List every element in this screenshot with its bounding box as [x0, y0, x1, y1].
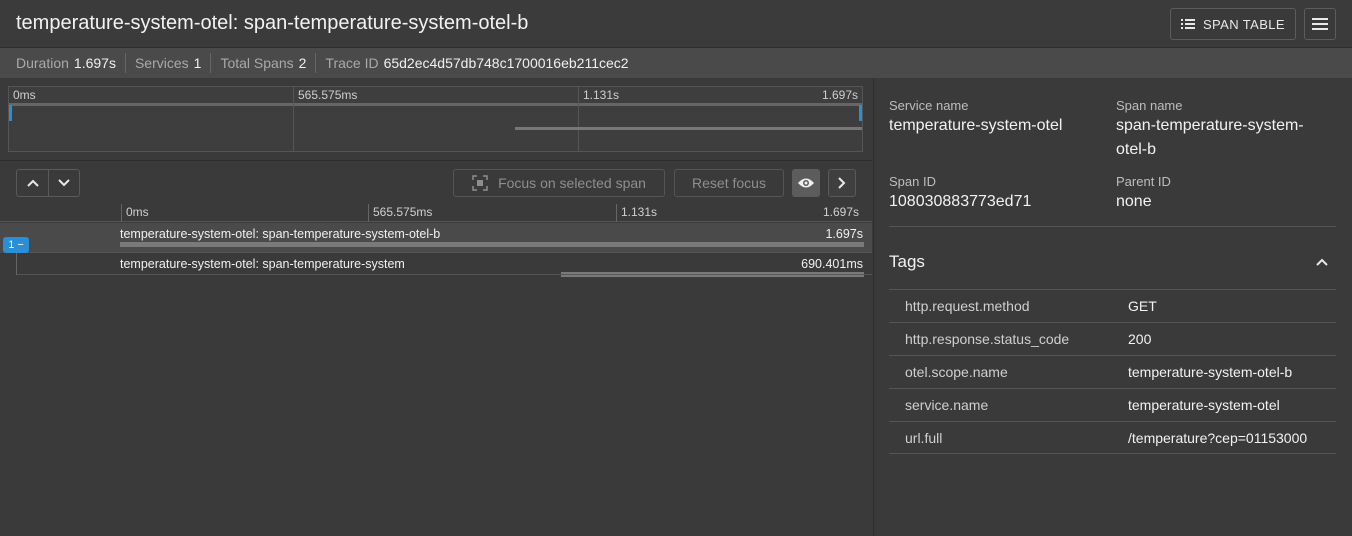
- stat-duration: Duration 1.697s: [16, 53, 125, 73]
- trace-stats-bar: Duration 1.697s Services 1 Total Spans 2…: [0, 48, 1352, 78]
- tag-value: GET: [1128, 298, 1157, 314]
- tag-key: service.name: [905, 397, 989, 413]
- divider: [0, 160, 872, 161]
- minimap-tick: 565.575ms: [298, 88, 358, 102]
- minimap-left-handle[interactable]: [9, 105, 12, 121]
- stat-value: 2: [298, 55, 307, 71]
- eye-icon: [798, 178, 814, 188]
- stat-value: 1: [193, 55, 202, 71]
- stat-total-spans: Total Spans 2: [210, 53, 315, 73]
- tag-key: http.response.status_code: [905, 331, 1070, 347]
- prev-span-button[interactable]: [17, 170, 48, 196]
- minimap-track: [9, 103, 862, 106]
- stat-key: Trace ID: [325, 55, 379, 71]
- minimap-tick: 1.131s: [583, 88, 620, 102]
- timeline-ruler: 0ms 565.575ms 1.131s 1.697s: [0, 204, 872, 222]
- stat-key: Total Spans: [220, 55, 294, 71]
- tags-title: Tags: [889, 252, 925, 271]
- tag-row: service.name temperature-system-otel: [889, 388, 1336, 421]
- chevron-right-icon: [838, 177, 846, 189]
- list-icon: [1180, 19, 1195, 29]
- span-id-label: Span ID: [889, 174, 936, 189]
- tag-value: temperature-system-otel-b: [1128, 364, 1293, 380]
- trace-minimap[interactable]: 0ms 565.575ms 1.131s 1.697s: [8, 86, 863, 152]
- span-details-pane: Service name temperature-system-otel Spa…: [873, 78, 1352, 536]
- span-row[interactable]: temperature-system-otel: span-temperatur…: [0, 253, 872, 283]
- tag-value: temperature-system-otel: [1128, 397, 1280, 413]
- page-header: temperature-system-otel: span-temperatur…: [0, 0, 1352, 48]
- minimap-right-handle[interactable]: [859, 105, 862, 121]
- service-name-label: Service name: [889, 98, 969, 113]
- hamburger-icon: [1312, 18, 1328, 30]
- expand-details-button[interactable]: [828, 169, 856, 197]
- reset-label: Reset focus: [692, 175, 766, 191]
- service-name-value: temperature-system-otel: [889, 117, 1063, 134]
- minimap-span: [515, 127, 862, 130]
- chevron-down-icon: [58, 179, 70, 187]
- collapse-toggle-badge[interactable]: 1 −: [3, 237, 29, 253]
- stat-key: Duration: [16, 55, 69, 71]
- tag-value: 200: [1128, 331, 1152, 347]
- tag-key: otel.scope.name: [905, 364, 1008, 380]
- span-label: temperature-system-otel: span-temperatur…: [120, 257, 405, 271]
- tag-row: otel.scope.name temperature-system-otel-…: [889, 355, 1336, 388]
- focus-label: Focus on selected span: [498, 175, 646, 191]
- minimap-tick: 0ms: [13, 88, 36, 102]
- tag-row: http.request.method GET: [889, 289, 1336, 322]
- tag-row: url.full /temperature?cep=01153000: [889, 421, 1336, 454]
- tag-key: http.request.method: [905, 298, 1030, 314]
- timeline-pane: 0ms 565.575ms 1.131s 1.697s Focus on sel…: [0, 78, 872, 536]
- span-table-label: SPAN TABLE: [1202, 16, 1286, 32]
- focus-selected-span-button[interactable]: Focus on selected span: [453, 169, 665, 197]
- chevron-up-icon: [26, 179, 39, 187]
- span-duration: 1.697s: [825, 227, 863, 241]
- span-label: temperature-system-otel: span-temperatur…: [120, 227, 441, 241]
- tag-value: /temperature?cep=01153000: [1128, 430, 1308, 446]
- page-title: temperature-system-otel: span-temperatur…: [16, 12, 529, 34]
- timeline-tick: 1.697s: [822, 205, 859, 219]
- span-name-label: Span name: [1116, 98, 1183, 113]
- minimap-gridline: [293, 87, 294, 151]
- timeline-tick: 0ms: [121, 204, 149, 222]
- span-row[interactable]: temperature-system-otel: span-temperatur…: [0, 223, 872, 253]
- tag-row: http.response.status_code 200: [889, 322, 1336, 355]
- span-nav-group: [16, 169, 80, 197]
- chevron-up-icon[interactable]: [1314, 254, 1330, 270]
- stat-key: Services: [134, 55, 189, 71]
- minimap-gridline: [578, 87, 579, 151]
- span-table-button[interactable]: SPAN TABLE: [1170, 8, 1296, 40]
- tag-key: url.full: [905, 430, 943, 446]
- span-bar: [120, 242, 864, 247]
- span-name-value-line2: otel-b: [1116, 141, 1157, 158]
- parent-id-value: none: [1116, 193, 1152, 210]
- span-id-value: 108030883773ed71: [889, 193, 1032, 210]
- toggle-visibility-button[interactable]: [792, 169, 820, 197]
- reset-focus-button[interactable]: Reset focus: [674, 169, 784, 197]
- parent-id-label: Parent ID: [1116, 174, 1171, 189]
- stat-value: 1.697s: [73, 55, 116, 71]
- tree-connector: [16, 252, 17, 275]
- timeline-tick: 1.131s: [616, 204, 657, 222]
- span-name-value-line1: span-temperature-system-: [1116, 117, 1304, 134]
- details-separator: [889, 226, 1336, 227]
- focus-icon: [472, 175, 488, 191]
- stat-value: 65d2ec4d57db748c1700016eb211cec2: [383, 55, 629, 71]
- next-span-button[interactable]: [48, 170, 79, 196]
- stat-trace-id: Trace ID 65d2ec4d57db748c1700016eb211cec…: [315, 53, 637, 73]
- minimap-tick: 1.697s: [821, 88, 858, 102]
- stat-services: Services 1: [124, 53, 210, 73]
- span-duration: 690.401ms: [801, 257, 863, 271]
- row-separator: [16, 274, 872, 275]
- timeline-tick: 565.575ms: [368, 204, 432, 222]
- menu-button[interactable]: [1304, 8, 1336, 40]
